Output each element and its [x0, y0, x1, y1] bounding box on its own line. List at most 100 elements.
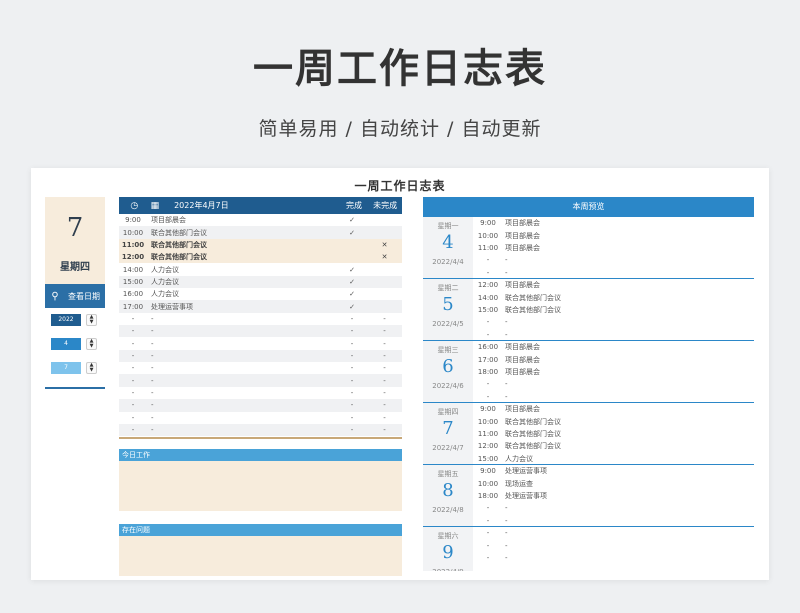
week-item-time: -	[486, 256, 490, 265]
task-name: 处理运营事项	[151, 302, 193, 311]
table-row: 17:00 处理运营事项 ✓	[119, 300, 402, 313]
task-done-mark[interactable]: -	[337, 315, 367, 323]
hero-title: 一周工作日志表	[253, 46, 547, 92]
week-item-name: -	[505, 529, 508, 538]
task-done-mark[interactable]: -	[337, 401, 367, 409]
task-done-mark[interactable]: ✓	[337, 266, 367, 274]
task-done-mark[interactable]: -	[337, 389, 367, 397]
week-item-time: 11:00	[477, 243, 499, 252]
week-item: 16:00 项目部晨会	[473, 341, 754, 353]
task-name: 联合其他部门会议	[151, 240, 207, 249]
task-name: -	[151, 413, 154, 422]
table-row: ----	[119, 362, 402, 374]
week-item-name: -	[505, 268, 508, 277]
table-row: ----	[119, 313, 402, 325]
week-item-time: 15:00	[477, 454, 499, 463]
task-time: 14:00	[122, 265, 144, 274]
week-day-date: 2022/4/6	[432, 382, 464, 390]
daily-task-table: ◷ ▦ 2022年4月7日 完成 未完成 9:00 项目部晨会 ✓ 10:00 联合其他…	[119, 197, 402, 577]
task-undone-mark[interactable]: -	[367, 414, 402, 422]
week-item-time: -	[486, 380, 490, 389]
task-undone-mark[interactable]: -	[367, 327, 402, 335]
week-day-date: 2022/4/5	[432, 320, 464, 328]
task-undone-mark[interactable]: -	[367, 364, 402, 372]
week-day-label: 星期三 6 2022/4/6	[423, 341, 473, 402]
task-undone-mark[interactable]: -	[367, 352, 402, 360]
week-item: --	[473, 390, 754, 402]
week-item: 9:00 项目部晨会	[473, 403, 754, 415]
task-done-mark[interactable]: ✓	[337, 303, 367, 311]
week-item: --	[473, 514, 754, 526]
week-item-name: 现场运查	[505, 479, 533, 488]
task-undone-mark[interactable]: ✕	[367, 253, 402, 261]
task-done-mark[interactable]: -	[337, 426, 367, 434]
task-done-mark[interactable]: -	[337, 352, 367, 360]
task-time: -	[131, 364, 135, 373]
task-time: 16:00	[122, 290, 144, 299]
week-item-time: 17:00	[477, 355, 499, 364]
week-item-time: 16:00	[477, 343, 499, 352]
table-row: 16:00 人力会议 ✓	[119, 288, 402, 300]
stepper-value: 7	[51, 362, 81, 374]
task-done-mark[interactable]: ✓	[337, 216, 367, 224]
task-done-mark[interactable]: ✓	[337, 278, 367, 286]
task-undone-mark[interactable]: -	[367, 377, 402, 385]
task-done-mark[interactable]: ✓	[337, 290, 367, 298]
week-item: 10:00 项目部晨会	[473, 229, 754, 241]
week-day-items: 12:00 项目部晨会 14:00 联合其他部门会议 15:00 联合其他部门会议 - - - -	[473, 279, 754, 340]
task-done-mark[interactable]: -	[337, 377, 367, 385]
week-item-time: 14:00	[477, 293, 499, 302]
task-time: -	[131, 314, 135, 323]
task-time: 17:00	[122, 302, 144, 311]
week-item: --	[473, 328, 754, 340]
week-item: 9:00 项目部晨会	[473, 217, 754, 229]
week-item: 14:00 联合其他部门会议	[473, 291, 754, 303]
week-item-time: 15:00	[477, 305, 499, 314]
task-undone-mark[interactable]: -	[367, 389, 402, 397]
today-work-area[interactable]	[119, 461, 402, 512]
task-undone-mark[interactable]: -	[367, 401, 402, 409]
week-day-name: 星期四	[437, 408, 459, 416]
week-item-name: -	[505, 541, 508, 550]
clock-icon: ◷	[130, 200, 139, 211]
week-item: --	[473, 539, 754, 551]
week-item: --	[473, 316, 754, 328]
date-stepper[interactable]: 2022 ▲ ▼	[51, 314, 97, 326]
view-date-button[interactable]: ⚲ 查看日期	[45, 284, 105, 308]
week-item: 9:00 处理运营事项	[473, 465, 754, 477]
table-row: ----	[119, 399, 402, 412]
task-undone-mark[interactable]: -	[367, 340, 402, 348]
week-item-name: 联合其他部门会议	[505, 417, 561, 426]
week-day-items: 9:00 处理运营事项 10:00 现场运查 18:00 处理运营事项 - - - -	[473, 465, 754, 526]
week-item-time: -	[486, 392, 490, 401]
week-day-block: 星期一 4 2022/4/4 9:00 项目部晨会 10:00 项目部晨会 11:00 项目部晨…	[423, 217, 754, 279]
table-row: ----	[119, 374, 402, 387]
stepper-spin-button[interactable]: ▲ ▼	[86, 338, 97, 350]
task-name: -	[151, 401, 154, 410]
task-done-mark[interactable]: -	[337, 414, 367, 422]
stepper-spin-button[interactable]: ▲ ▼	[86, 314, 97, 326]
week-item: 17:00 项目部晨会	[473, 353, 754, 365]
table-row: ----	[119, 412, 402, 424]
col-done: 完成	[346, 201, 362, 210]
stepper-spin-button[interactable]: ▲ ▼	[86, 362, 97, 374]
task-undone-mark[interactable]: ✕	[367, 241, 402, 249]
task-undone-mark[interactable]: -	[367, 426, 402, 434]
task-name: -	[151, 388, 154, 397]
task-done-mark[interactable]: -	[337, 327, 367, 335]
search-icon: ⚲	[51, 290, 59, 302]
task-done-mark[interactable]: -	[337, 340, 367, 348]
task-done-mark[interactable]: -	[337, 364, 367, 372]
task-done-mark[interactable]: ✓	[337, 229, 367, 237]
issues-area[interactable]	[119, 536, 402, 577]
week-day-number: 6	[442, 356, 454, 377]
task-undone-mark[interactable]: -	[367, 315, 402, 323]
task-name: 项目部晨会	[151, 216, 186, 225]
week-item-name: -	[505, 380, 508, 389]
date-stepper[interactable]: 4 ▲ ▼	[51, 338, 97, 350]
task-name: -	[151, 376, 154, 385]
date-stepper[interactable]: 7 ▲ ▼	[51, 362, 97, 374]
week-day-name: 星期六	[437, 532, 459, 540]
table-row: ----	[119, 349, 402, 363]
week-day-block: 星期三 6 2022/4/6 16:00 项目部晨会 17:00 项目部晨会 18:00 项目部…	[423, 341, 754, 403]
